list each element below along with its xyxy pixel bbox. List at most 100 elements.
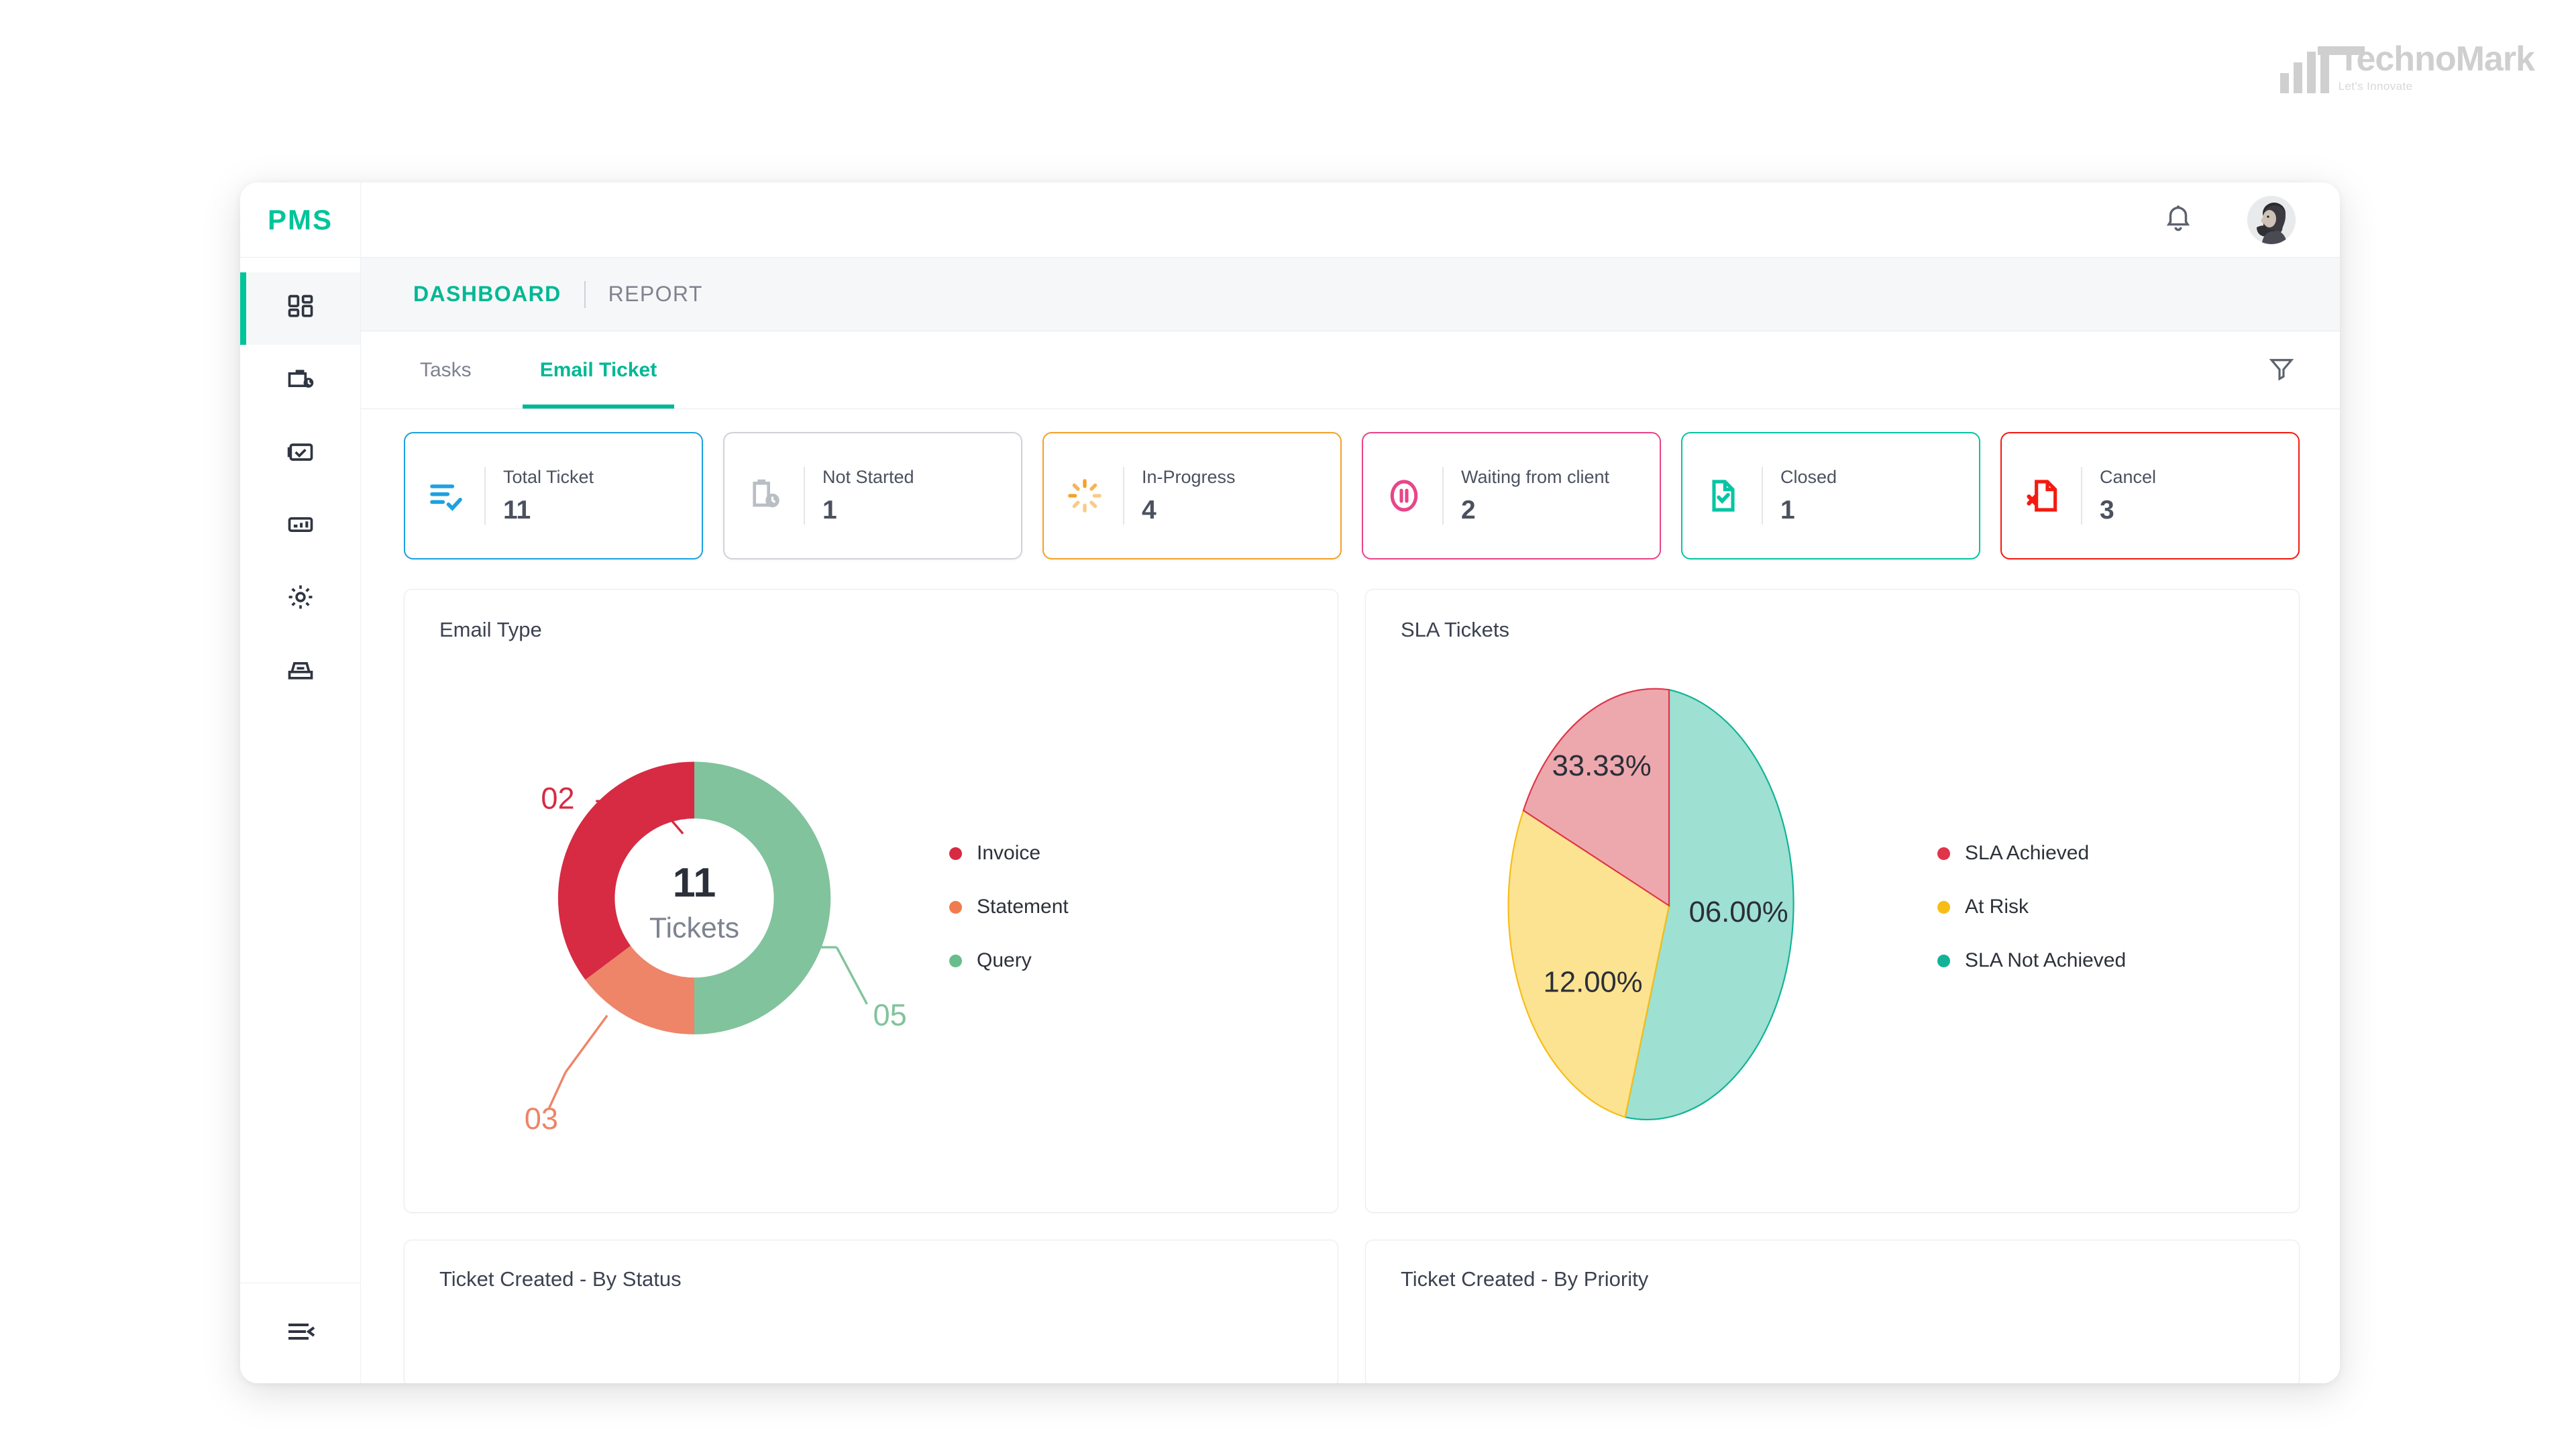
stat-value: 1 [822, 495, 837, 525]
logo-bars-icon [2279, 46, 2365, 93]
legend-sla-tickets: SLA Achieved At Risk SLA Not Achieved [1937, 842, 2126, 972]
briefcase-clock-icon [286, 365, 315, 398]
breadcrumb-dashboard[interactable]: DASHBOARD [413, 282, 561, 307]
clipboard-check-icon [286, 437, 315, 470]
card-title: SLA Tickets [1401, 618, 1509, 641]
legend-dot-icon [1937, 847, 1950, 860]
pie-label-sla-achieved: 33.33% [1552, 749, 1652, 782]
card-title: Ticket Created - By Status [439, 1267, 682, 1291]
legend-label: SLA Achieved [1965, 842, 2090, 864]
stat-divider [2081, 467, 2082, 525]
avatar[interactable] [2247, 195, 2296, 244]
legend-item-sla-not-achieved[interactable]: SLA Not Achieved [1937, 949, 2126, 972]
pie-label-sla-not-achieved: 06.00% [1689, 896, 1788, 928]
sidebar-collapse-button[interactable] [240, 1283, 360, 1383]
legend-label: SLA Not Achieved [1965, 949, 2127, 971]
stat-cards: Total Ticket 11 Not Started 1 In-Progres… [404, 432, 2300, 559]
stat-label: Total Ticket [503, 466, 594, 487]
sidebar: PMS [240, 182, 361, 1383]
stat-label: Waiting from client [1461, 466, 1610, 487]
file-x-icon [2022, 477, 2063, 515]
breadcrumb-separator [584, 280, 586, 308]
tab-email-ticket[interactable]: Email Ticket [522, 331, 674, 409]
card-title: Ticket Created - By Priority [1401, 1267, 1649, 1291]
notification-button[interactable] [2163, 203, 2194, 237]
breadcrumb: DASHBOARD REPORT [361, 258, 2340, 331]
legend-label: At Risk [1965, 896, 2029, 918]
legend-dot-icon [949, 954, 962, 967]
stat-value: 1 [1780, 495, 1795, 525]
breadcrumb-report[interactable]: REPORT [608, 282, 703, 307]
legend-label: Invoice [977, 842, 1041, 864]
legend-email-type: Invoice Statement Query [949, 842, 1069, 972]
donut-label-query: 05 [873, 998, 906, 1032]
card-ticket-created-by-status: Ticket Created - By Status [404, 1240, 1338, 1383]
app-logo[interactable]: PMS [240, 182, 360, 258]
dashboard-grid-icon [286, 292, 315, 325]
donut-chart: 02 03 05 11 Tickets [439, 671, 949, 1144]
stat-value: 4 [1142, 495, 1157, 525]
sidebar-item-settings[interactable] [240, 562, 360, 635]
legend-item-query[interactable]: Query [949, 949, 1069, 972]
stat-divider [1762, 467, 1763, 525]
card-ticket-created-by-priority: Ticket Created - By Priority [1365, 1240, 2300, 1383]
list-check-icon [425, 477, 467, 515]
inbox-tray-icon [286, 655, 315, 688]
tab-tasks[interactable]: Tasks [413, 331, 478, 409]
file-check-icon [1703, 477, 1744, 515]
stat-card-cancel[interactable]: Cancel 3 [2000, 432, 2300, 559]
legend-dot-icon [1937, 900, 1950, 914]
topbar [361, 182, 2340, 258]
funnel-filter-icon [2267, 354, 2296, 386]
donut-center-value: 11 [673, 859, 716, 905]
legend-item-invoice[interactable]: Invoice [949, 842, 1069, 865]
user-avatar [2247, 195, 2296, 244]
card-sla-tickets: SLA Tickets 33.33% 12.00% 06.00% SLA Ach… [1365, 589, 2300, 1213]
legend-item-statement[interactable]: Statement [949, 896, 1069, 918]
donut-label-invoice: 02 [541, 781, 574, 815]
pie-chart: 33.33% 12.00% 06.00% [1401, 664, 1937, 1150]
stat-divider [1123, 467, 1124, 525]
clipboard-clock-icon [745, 477, 786, 515]
sidebar-item-reports[interactable] [240, 490, 360, 562]
stat-label: In-Progress [1142, 466, 1236, 487]
legend-label: Statement [977, 896, 1069, 918]
technomark-logo: TechnoMark Let's Innovate [2279, 40, 2535, 93]
spinner-icon [1064, 477, 1106, 515]
stat-divider [484, 467, 486, 525]
sidebar-item-dashboard[interactable] [240, 272, 360, 345]
legend-item-sla-achieved[interactable]: SLA Achieved [1937, 842, 2126, 865]
legend-dot-icon [1937, 954, 1950, 967]
stat-divider [804, 467, 805, 525]
brand-tagline: Let's Innovate [2338, 80, 2413, 93]
donut-label-statement: 03 [525, 1102, 558, 1136]
app-window: PMS DASHBOARD REPORT Tasks Email Ticket … [240, 182, 2340, 1383]
stat-card-in-progress[interactable]: In-Progress 4 [1042, 432, 1342, 559]
legend-label: Query [977, 949, 1032, 971]
stat-card-waiting-from-client[interactable]: Waiting from client 2 [1362, 432, 1661, 559]
sidebar-item-projects[interactable] [240, 345, 360, 417]
card-email-type: Email Type 02 03 05 11 Tickets Invoice S… [404, 589, 1338, 1213]
legend-item-at-risk[interactable]: At Risk [1937, 896, 2126, 918]
donut-center-label: Tickets [649, 912, 739, 944]
stat-value: 11 [503, 495, 531, 525]
main-area: DASHBOARD REPORT Tasks Email Ticket Tota… [361, 182, 2340, 1383]
gear-icon [286, 582, 315, 615]
stat-card-total-ticket[interactable]: Total Ticket 11 [404, 432, 703, 559]
bottom-cards-row: Ticket Created - By Status Ticket Create… [404, 1240, 2300, 1383]
stat-card-not-started[interactable]: Not Started 1 [723, 432, 1022, 559]
pie-label-at-risk: 12.00% [1544, 966, 1643, 998]
brand-name: TechnoMark [2338, 40, 2535, 78]
tab-bar: Tasks Email Ticket [361, 331, 2340, 409]
collapse-menu-icon [284, 1316, 317, 1351]
dashboard-content: Total Ticket 11 Not Started 1 In-Progres… [361, 409, 2340, 1383]
sidebar-item-inbox[interactable] [240, 635, 360, 707]
sidebar-item-tasks[interactable] [240, 417, 360, 490]
bell-icon [2163, 203, 2194, 237]
stat-card-closed[interactable]: Closed 1 [1681, 432, 1980, 559]
stat-value: 2 [1461, 495, 1476, 525]
stat-value: 3 [2100, 495, 2114, 525]
filter-button[interactable] [2267, 331, 2296, 409]
legend-dot-icon [949, 847, 962, 860]
stat-label: Closed [1780, 466, 1837, 487]
